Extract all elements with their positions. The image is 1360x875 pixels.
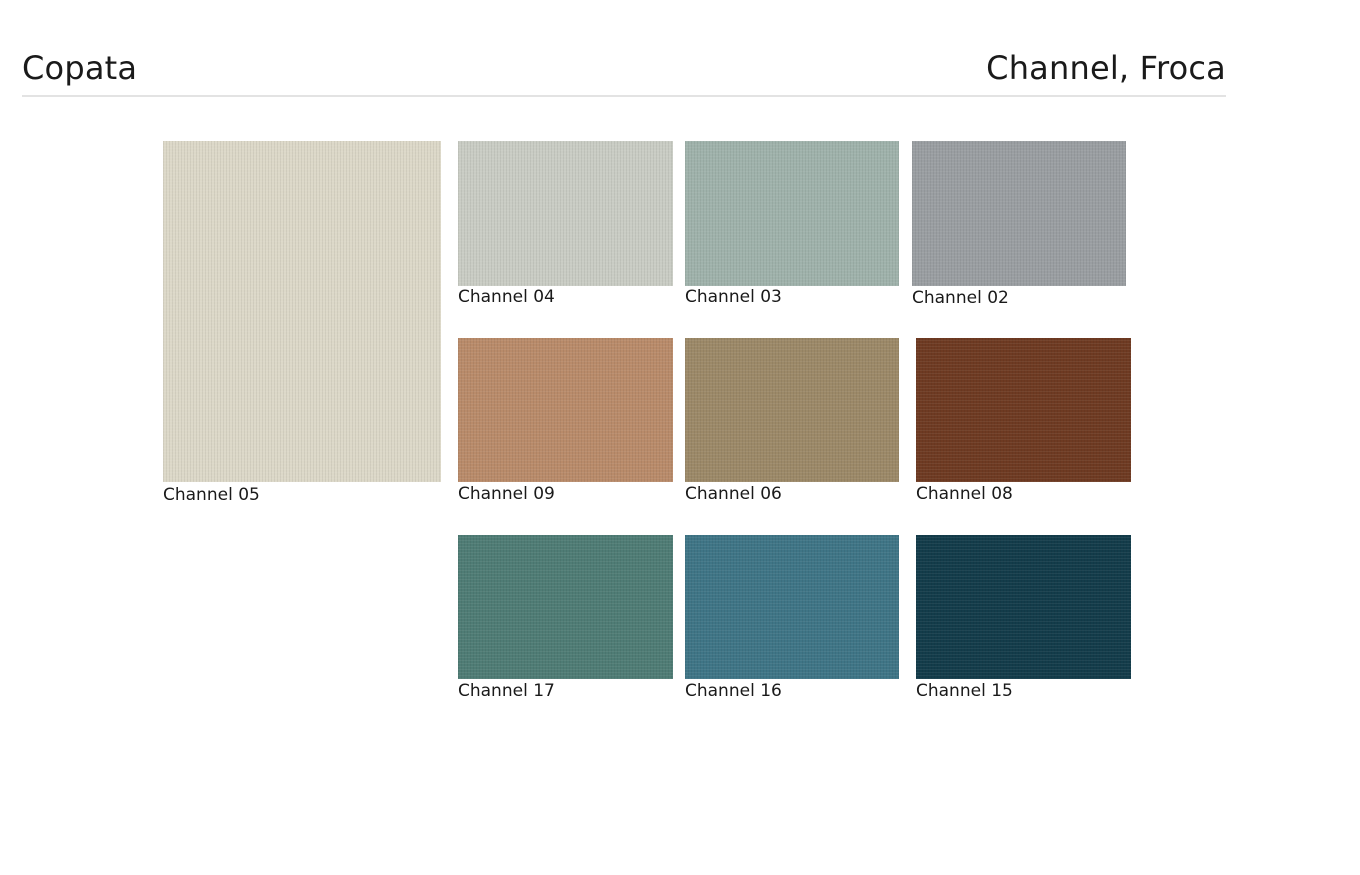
swatch-label: Channel 03 (685, 287, 782, 307)
swatch-channel-09[interactable]: Channel 09 (458, 338, 673, 504)
swatch-channel-06[interactable]: Channel 06 (685, 338, 899, 504)
fabric-chip (458, 338, 673, 482)
swatch-label: Channel 16 (685, 681, 782, 701)
swatch-channel-16[interactable]: Channel 16 (685, 535, 899, 701)
swatch-label: Channel 02 (912, 288, 1009, 308)
fabric-chip (916, 535, 1131, 679)
swatch-channel-05[interactable]: Channel 05 (163, 141, 441, 505)
fabric-chip (916, 338, 1131, 482)
swatch-channel-17[interactable]: Channel 17 (458, 535, 673, 701)
swatch-channel-02[interactable]: Channel 02 (912, 141, 1126, 308)
swatch-channel-03[interactable]: Channel 03 (685, 141, 899, 307)
fabric-chip (458, 535, 673, 679)
swatch-label: Channel 05 (163, 485, 260, 505)
fabric-family-title: Channel, Froca (986, 49, 1226, 87)
swatch-channel-04[interactable]: Channel 04 (458, 141, 673, 307)
swatch-label: Channel 09 (458, 484, 555, 504)
fabric-chip (163, 141, 441, 482)
fabric-chip (685, 141, 899, 286)
swatch-channel-08[interactable]: Channel 08 (916, 338, 1131, 504)
fabric-chip (685, 338, 899, 482)
swatch-label: Channel 17 (458, 681, 555, 701)
fabric-chip (912, 141, 1126, 286)
header-divider (22, 95, 1226, 97)
swatch-channel-15[interactable]: Channel 15 (916, 535, 1131, 701)
swatch-label: Channel 04 (458, 287, 555, 307)
swatch-label: Channel 15 (916, 681, 1013, 701)
fabric-chip (458, 141, 673, 286)
swatch-label: Channel 08 (916, 484, 1013, 504)
collection-title: Copata (22, 49, 138, 87)
swatch-label: Channel 06 (685, 484, 782, 504)
fabric-chip (685, 535, 899, 679)
